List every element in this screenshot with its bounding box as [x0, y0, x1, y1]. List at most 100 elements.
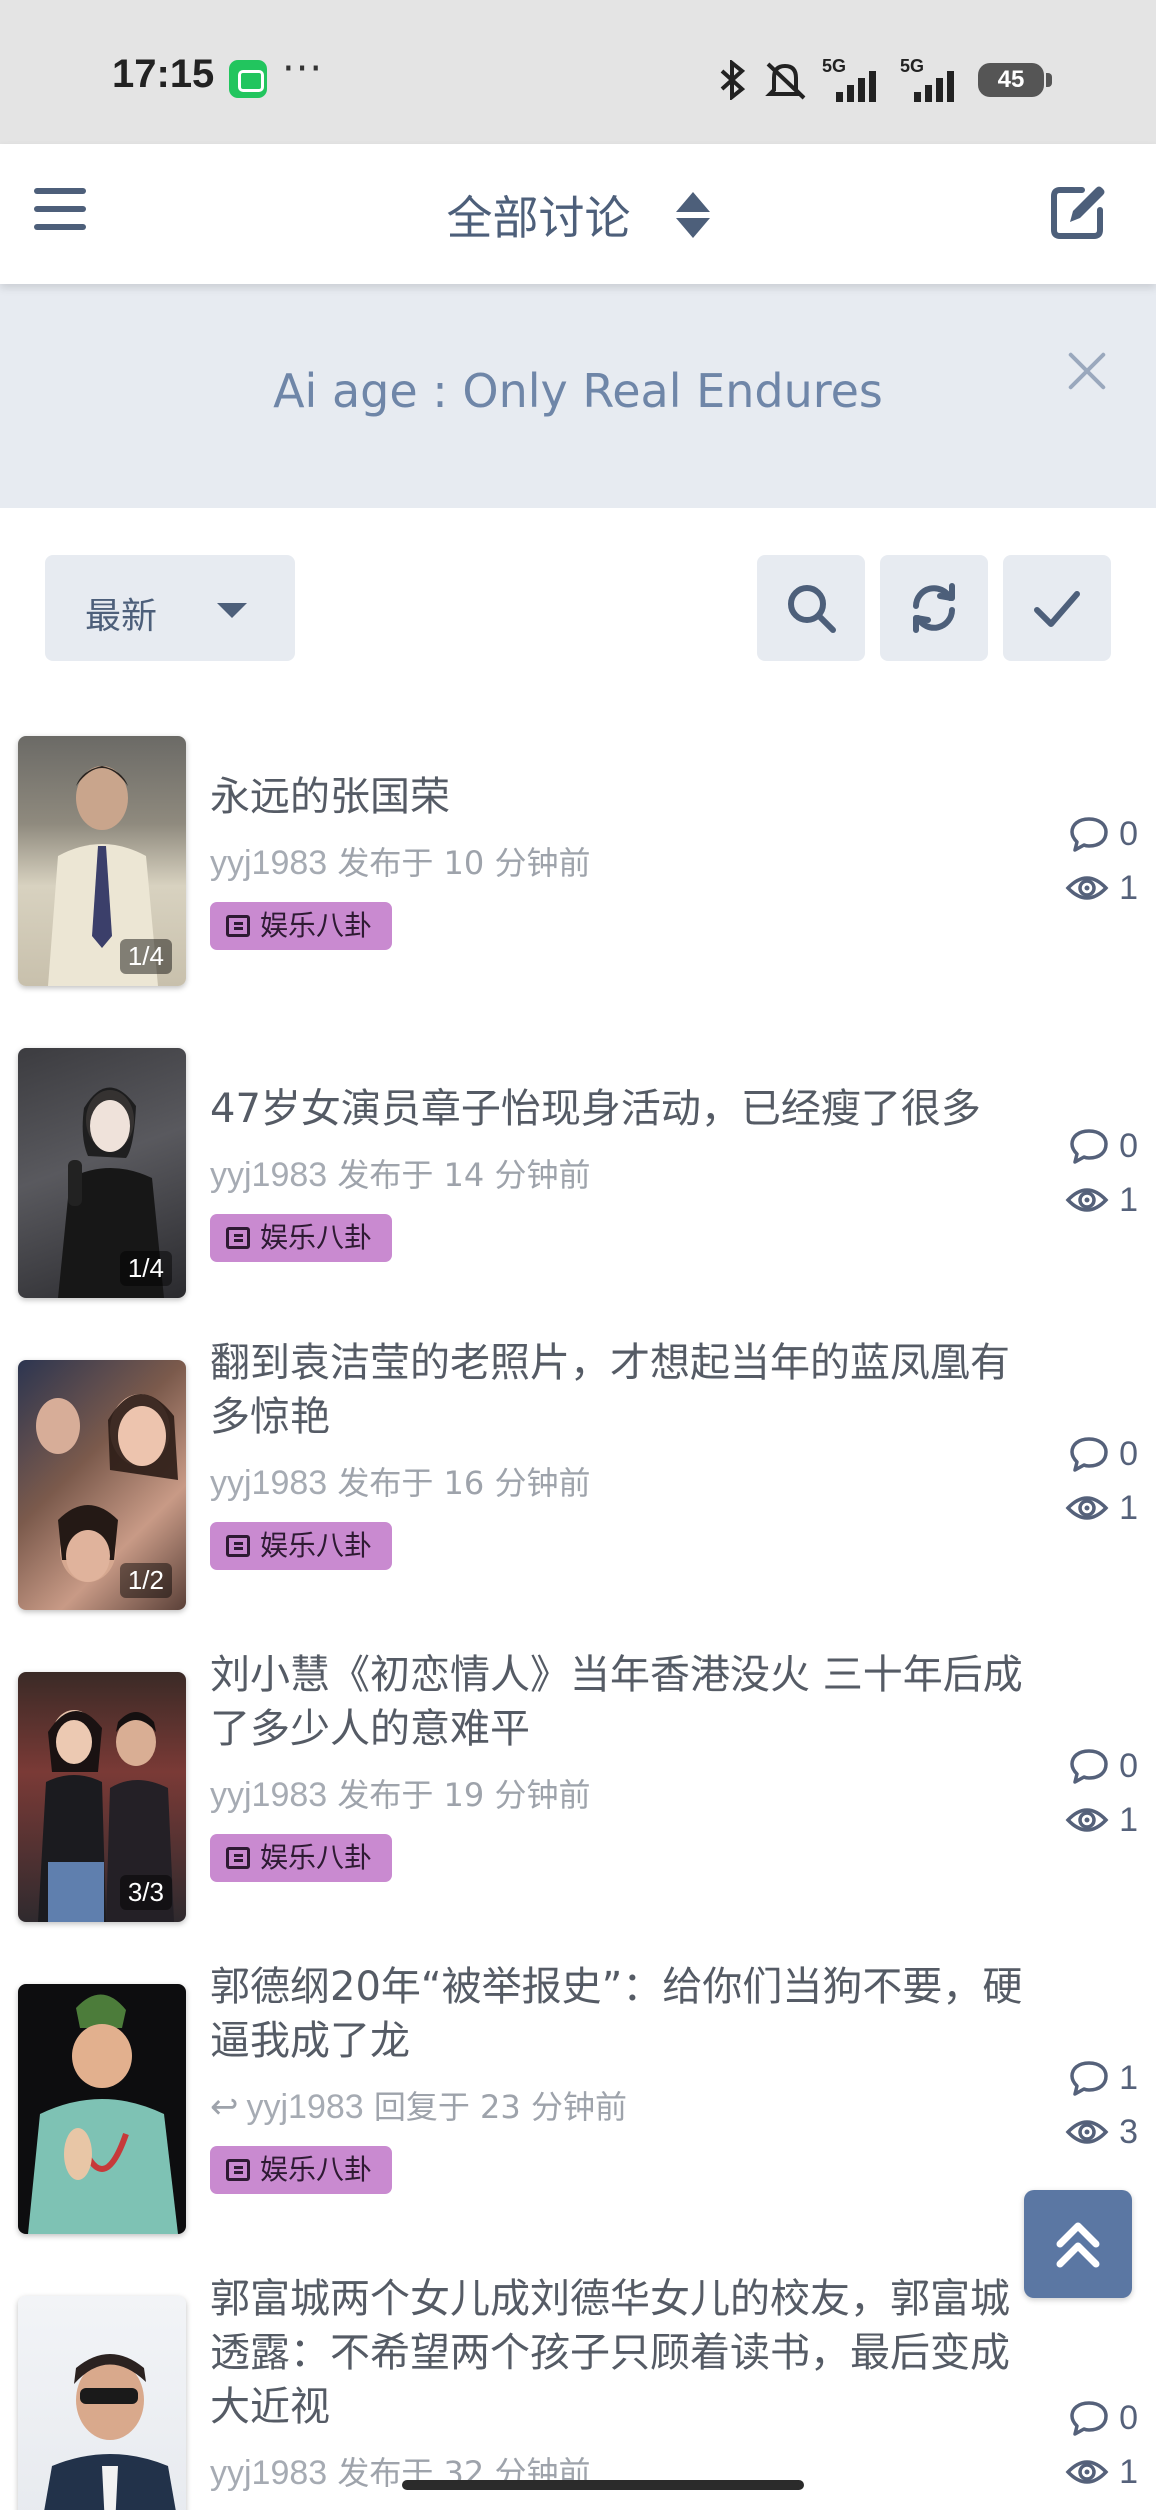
comment-icon [1070, 1437, 1108, 1472]
announcement-banner: Ai age : Only Real Endures [0, 284, 1156, 508]
title-selector: 全部讨论 [0, 182, 1156, 248]
comment-count: 0 [1069, 2396, 1138, 2440]
page-title[interactable]: 全部讨论 [446, 182, 630, 248]
view-count: 1 [1065, 866, 1138, 910]
list-item[interactable]: 1/2 翻到袁洁莹的老照片，才想起当年的蓝凤凰有多惊艳 yyj1983 发布于 … [0, 1332, 1156, 1644]
post-title[interactable]: 翻到袁洁莹的老照片，才想起当年的蓝凤凰有多惊艳 [210, 1336, 1030, 1444]
post-thumbnail[interactable]: 1/2 [18, 1360, 186, 1610]
status-icons: 5G 5G 45 [718, 56, 1052, 104]
post-author[interactable]: yyj1983 [210, 2454, 327, 2492]
view-count: 3 [1065, 2110, 1138, 2154]
sort-dropdown-label: 最新 [85, 596, 158, 637]
post-meta: yyj1983 发布于 10 分钟前 [210, 838, 590, 884]
tag-icon [226, 915, 250, 937]
search-icon [788, 585, 836, 633]
signal-icon: 5G [822, 56, 886, 102]
post-title[interactable]: 刘小慧《初恋情人》当年香港没火 三十年后成了多少人的意难平 [210, 1648, 1030, 1756]
category-tag-label: 娱乐八卦 [260, 1221, 373, 1254]
refresh-button[interactable] [880, 555, 988, 661]
post-time: 发布于 10 分钟前 [337, 844, 591, 882]
eye-icon [1065, 876, 1109, 900]
category-tag[interactable]: 娱乐八卦 [210, 2146, 393, 2194]
category-tag[interactable]: 娱乐八卦 [210, 902, 393, 950]
comment-count: 0 [1069, 1744, 1138, 1788]
reply-icon: ↩ [210, 2087, 239, 2127]
post-author[interactable]: yyj1983 [247, 2088, 364, 2126]
post-thumbnail[interactable]: 1/4 [18, 736, 186, 986]
post-time: 发布于 14 分钟前 [337, 1156, 591, 1194]
comment-icon [1070, 2061, 1108, 2096]
top-navigation: 全部讨论 [0, 144, 1156, 284]
signal-icon-2: 5G [900, 56, 964, 102]
check-icon [1034, 591, 1080, 627]
post-title[interactable]: 郭富城两个女儿成刘德华女儿的校友，郭富城透露：不希望两个孩子只顾着读书，最后变成… [210, 2272, 1030, 2434]
post-author[interactable]: yyj1983 [210, 844, 327, 882]
post-author[interactable]: yyj1983 [210, 1156, 327, 1194]
view-count: 1 [1065, 1798, 1138, 1842]
category-tag-label: 娱乐八卦 [260, 909, 373, 942]
post-meta: yyj1983 发布于 19 分钟前 [210, 1770, 590, 1816]
portrait-image [28, 1994, 178, 2234]
announcement-text: Ai age : Only Real Endures [273, 364, 883, 418]
category-tag-label: 娱乐八卦 [260, 1529, 373, 1562]
post-thumbnail[interactable]: 1/4 [18, 1048, 186, 1298]
category-tag[interactable]: 娱乐八卦 [210, 1834, 393, 1882]
view-count: 1 [1065, 1486, 1138, 1530]
image-count: 3/3 [119, 1875, 172, 1910]
comment-icon [1070, 817, 1108, 852]
list-item[interactable]: 郭富城两个女儿成刘德华女儿的校友，郭富城透露：不希望两个孩子只顾着读书，最后变成… [0, 2268, 1156, 2510]
post-thumbnail[interactable] [18, 2296, 186, 2510]
post-meta: yyj1983 发布于 14 分钟前 [210, 1150, 590, 1196]
back-to-top-button[interactable] [1024, 2190, 1132, 2298]
image-count: 1/4 [119, 939, 172, 974]
image-count: 1/4 [119, 1251, 172, 1286]
post-thumbnail[interactable]: 3/3 [18, 1672, 186, 1922]
post-thumbnail[interactable] [18, 1984, 186, 2234]
comment-count: 0 [1069, 1432, 1138, 1476]
app-notification-icon [229, 60, 267, 98]
comment-count: 0 [1069, 812, 1138, 856]
comment-icon [1070, 2401, 1108, 2436]
eye-icon [1065, 2460, 1109, 2484]
status-time: 17:15 [112, 52, 215, 96]
mark-all-read-button[interactable] [1003, 555, 1111, 661]
view-count: 1 [1065, 1178, 1138, 1222]
list-item[interactable]: 1/4 永远的张国荣 yyj1983 发布于 10 分钟前 娱乐八卦 0 1 [0, 708, 1156, 1020]
comment-count: 1 [1069, 2056, 1138, 2100]
mute-icon [765, 62, 806, 100]
comment-icon [1070, 1749, 1108, 1784]
list-toolbar: 最新 [0, 508, 1156, 708]
sort-toggle-icon[interactable] [675, 190, 710, 240]
post-title[interactable]: 永远的张国荣 [210, 770, 1030, 824]
post-author[interactable]: yyj1983 [210, 1776, 327, 1814]
more-notifications-icon: ··· [282, 46, 324, 92]
view-count: 1 [1065, 2450, 1138, 2494]
tag-icon [226, 2159, 250, 2181]
search-button[interactable] [757, 555, 865, 661]
tag-icon [226, 1847, 250, 1869]
home-indicator[interactable] [402, 2480, 804, 2490]
category-tag-label: 娱乐八卦 [260, 2153, 373, 2186]
double-chevron-up-icon [1056, 2222, 1100, 2268]
post-meta: ↩ yyj1983 回复于 23 分钟前 [210, 2082, 627, 2128]
category-tag[interactable]: 娱乐八卦 [210, 1522, 393, 1570]
post-author[interactable]: yyj1983 [210, 1464, 327, 1502]
portrait-image [44, 2354, 176, 2510]
compose-icon[interactable] [1046, 180, 1110, 244]
eye-icon [1065, 1808, 1109, 1832]
bluetooth-icon [720, 60, 746, 100]
post-time: 发布于 16 分钟前 [337, 1464, 591, 1502]
list-item[interactable]: 3/3 刘小慧《初恋情人》当年香港没火 三十年后成了多少人的意难平 yyj198… [0, 1644, 1156, 1956]
category-tag-label: 娱乐八卦 [260, 1841, 373, 1874]
list-item[interactable]: 1/4 47岁女演员章子怡现身活动，已经瘦了很多 yyj1983 发布于 14 … [0, 1020, 1156, 1332]
post-title[interactable]: 郭德纲20年“被举报史”：给你们当狗不要，硬逼我成了龙 [210, 1960, 1030, 2068]
post-meta: yyj1983 发布于 16 分钟前 [210, 1458, 590, 1504]
close-icon[interactable] [1066, 350, 1108, 392]
tag-icon [226, 1535, 250, 1557]
refresh-icon [913, 583, 955, 633]
list-item[interactable]: 郭德纲20年“被举报史”：给你们当狗不要，硬逼我成了龙 ↩ yyj1983 回复于… [0, 1956, 1156, 2268]
category-tag[interactable]: 娱乐八卦 [210, 1214, 393, 1262]
post-title[interactable]: 47岁女演员章子怡现身活动，已经瘦了很多 [210, 1082, 1030, 1136]
eye-icon [1065, 2120, 1109, 2144]
sort-dropdown[interactable]: 最新 [45, 555, 295, 661]
